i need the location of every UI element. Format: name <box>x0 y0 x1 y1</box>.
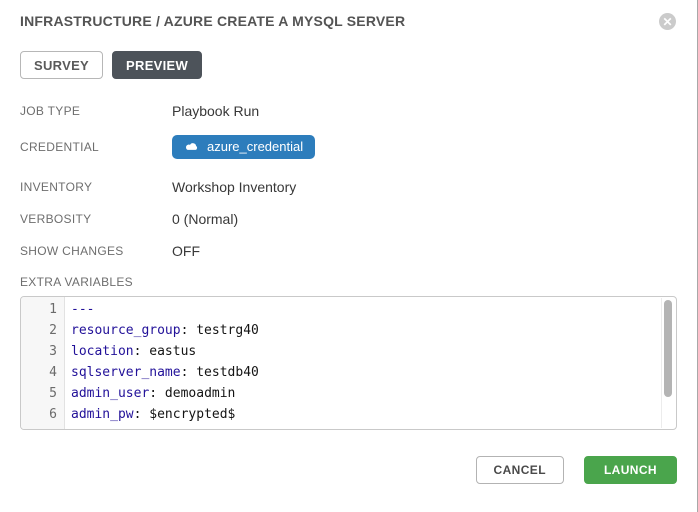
line-number: 4 <box>21 362 65 383</box>
job-launch-preview-modal: INFRASTRUCTURE / AZURE CREATE A MYSQL SE… <box>0 0 698 512</box>
code-lines: 1 --- 2 resource_group: testrg40 3 locat… <box>21 297 676 430</box>
code-rest: : $encrypted$ <box>134 407 236 422</box>
line-number: 3 <box>21 341 65 362</box>
line-number: 6 <box>21 404 65 425</box>
code-text: admin_pw: $encrypted$ <box>65 404 235 425</box>
details-list: JOB TYPE Playbook Run CREDENTIAL azure_c… <box>20 103 677 259</box>
line-number: 5 <box>21 383 65 404</box>
detail-label: CREDENTIAL <box>20 140 172 154</box>
detail-value: 0 (Normal) <box>172 211 238 227</box>
credential-badge[interactable]: azure_credential <box>172 135 315 159</box>
extra-variables-label: EXTRA VARIABLES <box>20 275 677 289</box>
code-text: --- <box>65 299 94 320</box>
scrollbar-thumb[interactable] <box>664 300 672 397</box>
code-line: 3 location: eastus <box>21 341 676 362</box>
detail-value: Playbook Run <box>172 103 259 119</box>
detail-row: VERBOSITY 0 (Normal) <box>20 211 677 227</box>
code-line: 6 admin_pw: $encrypted$ <box>21 404 676 425</box>
code-line: 1 --- <box>21 299 676 320</box>
detail-label: INVENTORY <box>20 180 172 194</box>
code-rest: : demoadmin <box>149 386 235 401</box>
line-number: 7 <box>21 425 65 430</box>
tabs: SURVEY PREVIEW <box>20 51 677 79</box>
detail-value: OFF <box>172 243 200 259</box>
code-key: --- <box>71 302 94 317</box>
cancel-button[interactable]: CANCEL <box>476 456 564 484</box>
close-icon[interactable]: ✕ <box>659 13 676 30</box>
code-key: resource_group <box>71 323 181 338</box>
code-key: admin_pw <box>71 407 134 422</box>
line-number: 2 <box>21 320 65 341</box>
badge-label: azure_credential <box>207 139 303 154</box>
cloud-icon <box>184 141 199 152</box>
code-text: admin_user: demoadmin <box>65 383 235 404</box>
detail-row: CREDENTIAL azure_credential <box>20 135 677 159</box>
code-rest: : testdb40 <box>181 365 259 380</box>
code-text: sqlserver_name: testdb40 <box>65 362 259 383</box>
code-key: location <box>71 344 134 359</box>
scrollbar-track <box>661 298 662 428</box>
tab-preview[interactable]: PREVIEW <box>112 51 202 79</box>
code-line: 4 sqlserver_name: testdb40 <box>21 362 676 383</box>
detail-row: JOB TYPE Playbook Run <box>20 103 677 119</box>
extra-variables-editor[interactable]: 1 --- 2 resource_group: testrg40 3 locat… <box>20 296 677 430</box>
code-key: sqlserver_name <box>71 365 181 380</box>
detail-row: INVENTORY Workshop Inventory <box>20 179 677 195</box>
detail-row: SHOW CHANGES OFF <box>20 243 677 259</box>
detail-label: JOB TYPE <box>20 104 172 118</box>
code-line: 5 admin_user: demoadmin <box>21 383 676 404</box>
launch-button[interactable]: LAUNCH <box>584 456 677 484</box>
code-key: admin_user <box>71 386 149 401</box>
code-line: 7 <box>21 425 676 430</box>
line-number: 1 <box>21 299 65 320</box>
detail-value: Workshop Inventory <box>172 179 296 195</box>
detail-label: VERBOSITY <box>20 212 172 226</box>
modal-footer: CANCEL LAUNCH <box>20 456 677 484</box>
code-rest: : testrg40 <box>181 323 259 338</box>
tab-survey[interactable]: SURVEY <box>20 51 103 79</box>
code-text: resource_group: testrg40 <box>65 320 259 341</box>
code-text <box>65 425 71 430</box>
code-line: 2 resource_group: testrg40 <box>21 320 676 341</box>
code-text: location: eastus <box>65 341 196 362</box>
modal-header: INFRASTRUCTURE / AZURE CREATE A MYSQL SE… <box>20 13 677 30</box>
page-title: INFRASTRUCTURE / AZURE CREATE A MYSQL SE… <box>20 13 405 29</box>
detail-label: SHOW CHANGES <box>20 244 172 258</box>
code-rest: : eastus <box>134 344 197 359</box>
